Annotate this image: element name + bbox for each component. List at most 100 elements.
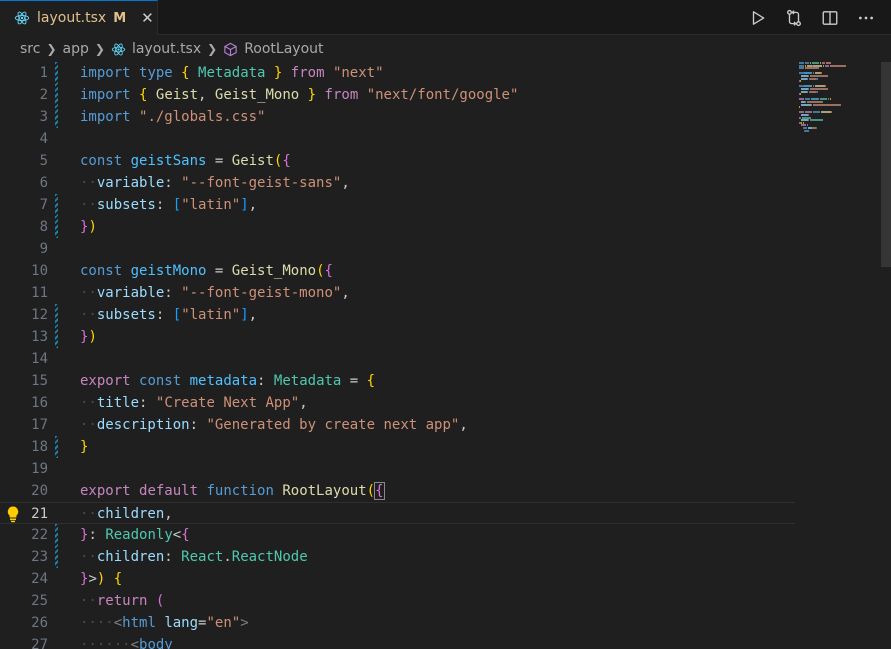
code-text: export const metadata: Metadata = { <box>80 370 375 392</box>
minimap-line <box>812 111 820 114</box>
modified-line-indicator[interactable] <box>55 84 58 106</box>
code-token: default <box>139 483 199 499</box>
code-line[interactable]: 7 ··subsets: ["latin"], <box>0 194 795 216</box>
code-line[interactable]: 24 }>) { <box>0 568 795 590</box>
minimap-line <box>799 80 801 83</box>
code-line[interactable]: 9 <box>0 238 795 260</box>
code-token: , <box>341 175 350 191</box>
code-line[interactable]: 8}) <box>0 216 795 238</box>
code-token: from <box>290 65 325 81</box>
code-line[interactable]: 13}) <box>0 326 795 348</box>
code-text: }: Readonly<{ <box>80 524 190 546</box>
modified-line-indicator[interactable] <box>55 62 58 84</box>
code-line[interactable]: 3 import "./globals.css" <box>0 106 795 128</box>
code-token: variable <box>96 285 165 301</box>
code-line[interactable]: 14 <box>0 348 795 370</box>
code-token: } <box>307 87 317 103</box>
minimap-line <box>799 93 801 96</box>
code-line[interactable]: 10 const geistMono = Geist_Mono({ <box>0 260 795 282</box>
compare-changes-button[interactable] <box>783 7 805 29</box>
code-line[interactable]: 22}: Readonly<{ <box>0 524 795 546</box>
modified-line-indicator[interactable] <box>55 524 58 546</box>
code-line[interactable]: 25 ··return ( <box>0 590 795 612</box>
code-line[interactable]: 19 <box>0 458 795 480</box>
breadcrumb-src[interactable]: src <box>20 41 40 57</box>
line-number: 24 <box>31 571 48 587</box>
code-token: RootLayout <box>282 483 367 499</box>
code-token: import <box>80 65 131 81</box>
code-token: export <box>80 483 131 499</box>
modified-line-indicator[interactable] <box>55 106 58 128</box>
code-line[interactable]: 11 ··variable: "--font-geist-mono", <box>0 282 795 304</box>
breadcrumb-symbol[interactable]: RootLayout <box>223 41 324 57</box>
code-line[interactable]: 1 import type { Metadata } from "next" <box>0 62 795 84</box>
minimap-line <box>829 98 831 101</box>
code-text: const geistSans = Geist({ <box>80 150 291 172</box>
code-text: ··title: "Create Next App", <box>80 392 308 414</box>
editor-window: layout.tsx M ✕ src ❯ app ❯ layout.tsx ❯ … <box>0 0 891 649</box>
run-button[interactable] <box>747 7 769 29</box>
code-line[interactable]: 18} <box>0 436 795 458</box>
code-line[interactable]: 23 ··children: React.ReactNode <box>0 546 795 568</box>
code-line[interactable]: 20 export default function RootLayout({ <box>0 480 795 502</box>
code-token: { <box>181 65 190 81</box>
code-editor[interactable]: 1 import type { Metadata } from "next" 2 im… <box>0 62 891 649</box>
close-icon[interactable]: ✕ <box>141 9 154 27</box>
code-line[interactable]: 21 ··children, <box>0 502 795 524</box>
line-number: 1 <box>39 65 48 81</box>
line-number: 23 <box>31 549 48 565</box>
breadcrumb-file[interactable]: layout.tsx <box>111 41 201 57</box>
code-line[interactable]: 6 ··variable: "--font-geist-sans", <box>0 172 795 194</box>
line-number: 7 <box>39 197 48 213</box>
react-icon <box>111 43 126 55</box>
code-line[interactable]: 12 ··subsets: ["latin"], <box>0 304 795 326</box>
code-text: }>) { <box>80 568 122 590</box>
modified-line-indicator[interactable] <box>55 326 58 348</box>
minimap-line <box>799 67 805 70</box>
code-token: { <box>374 482 385 500</box>
code-token: return <box>96 593 148 609</box>
code-token: : <box>189 417 199 433</box>
code-token: lang <box>164 615 199 631</box>
line-number: 12 <box>31 307 48 323</box>
play-icon <box>752 10 765 25</box>
line-number: 9 <box>39 241 48 257</box>
lightbulb-icon[interactable] <box>5 505 21 523</box>
code-token: . <box>223 549 232 565</box>
modified-line-indicator[interactable] <box>55 216 58 238</box>
minimap-line <box>825 64 829 67</box>
chevron-right-icon: ❯ <box>207 42 218 56</box>
whitespace-marker: ·· <box>80 506 97 522</box>
modified-line-indicator[interactable] <box>55 436 58 458</box>
code-line[interactable]: 2 import { Geist, Geist_Mono } from "next… <box>0 84 795 106</box>
code-text: ······<body <box>80 634 173 649</box>
tab-layout-tsx[interactable]: layout.tsx M ✕ <box>0 0 158 35</box>
code-line[interactable]: 17 ··description: "Generated by create ne… <box>0 414 795 436</box>
more-actions-button[interactable] <box>855 7 877 29</box>
code-text: ··subsets: ["latin"], <box>80 194 257 216</box>
code-token: variable <box>96 175 165 191</box>
code-line[interactable]: 5 const geistSans = Geist({ <box>0 150 795 172</box>
line-number: 6 <box>39 175 48 191</box>
code-text: export default function RootLayout({ <box>80 480 385 502</box>
ellipsis-icon <box>859 16 873 19</box>
split-editor-button[interactable] <box>819 7 841 29</box>
code-token: children <box>96 549 165 565</box>
code-line[interactable]: 16 ··title: "Create Next App", <box>0 392 795 414</box>
breadcrumb-app[interactable]: app <box>63 41 89 57</box>
code-token: "en" <box>206 615 241 631</box>
modified-line-indicator[interactable] <box>55 194 58 216</box>
modified-line-indicator[interactable] <box>55 304 58 326</box>
code-line[interactable]: 26 ····<html lang="en"> <box>0 612 795 634</box>
code-line[interactable]: 27 ······<body <box>0 634 795 649</box>
scroll-thumb[interactable] <box>881 62 891 267</box>
code-token: import <box>80 109 131 125</box>
minimap[interactable] <box>795 62 881 142</box>
code-line[interactable]: 4 <box>0 128 795 150</box>
modified-line-indicator[interactable] <box>55 546 58 568</box>
code-line[interactable]: 15 export const metadata: Metadata = { <box>0 370 795 392</box>
vertical-scrollbar[interactable] <box>881 62 891 649</box>
